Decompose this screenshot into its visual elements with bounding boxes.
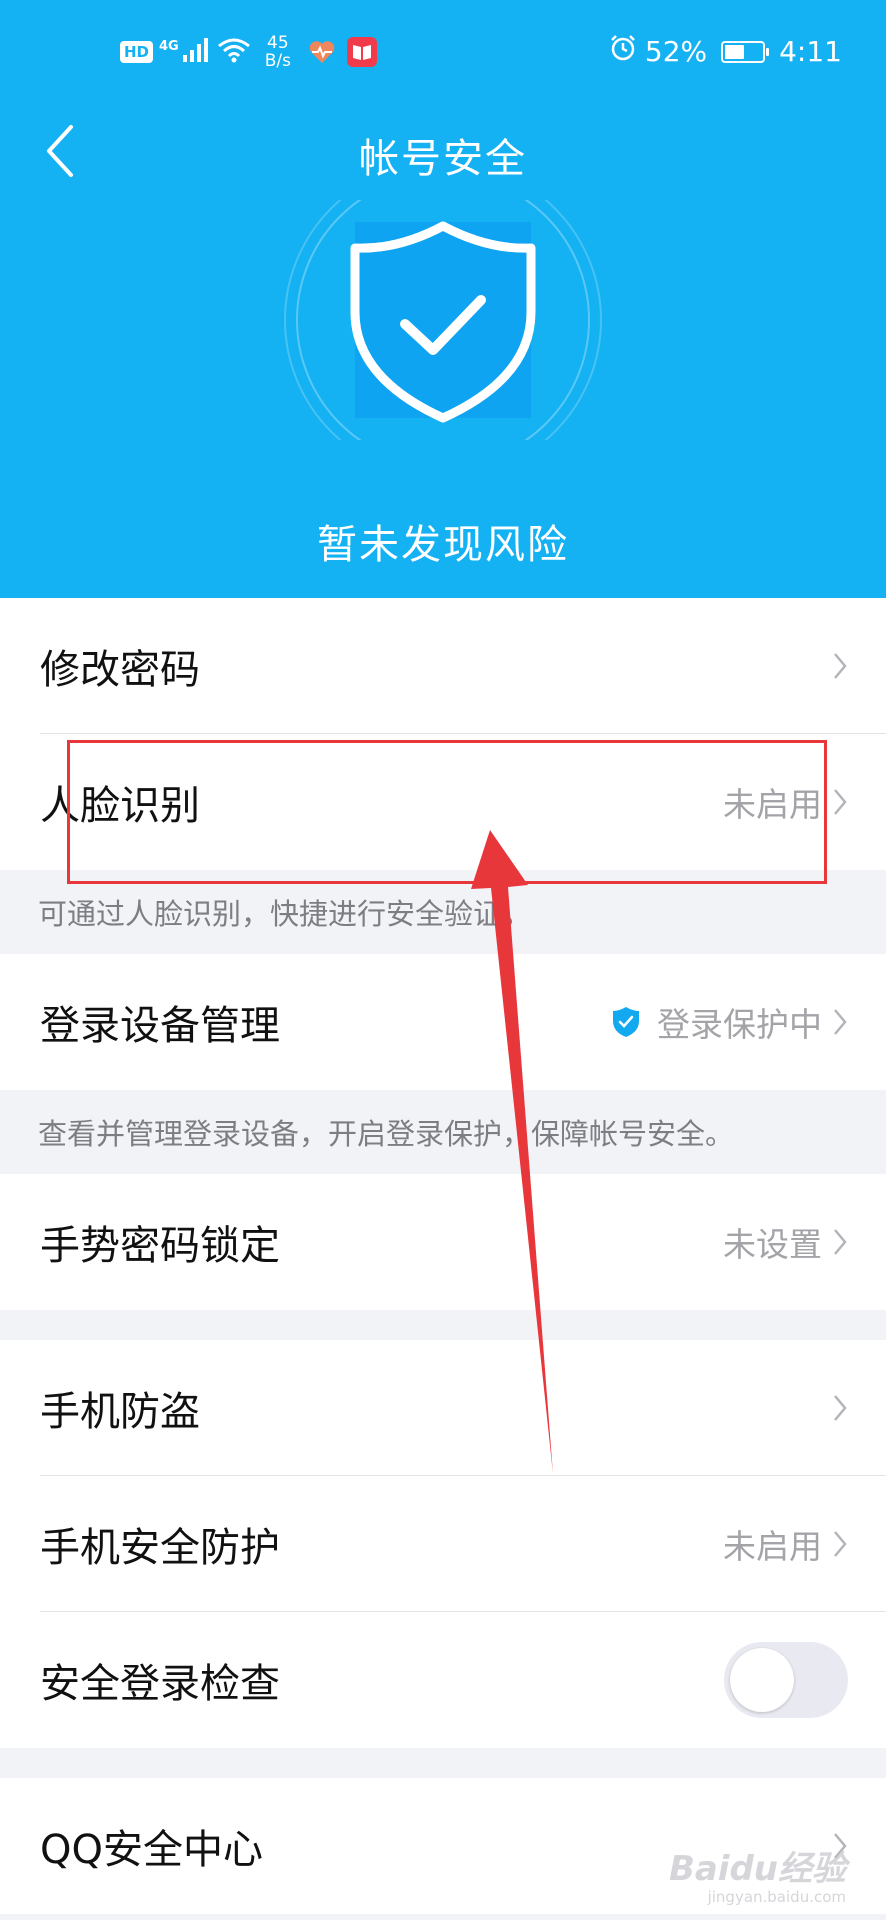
row-label: 手机安全防护 <box>40 1525 280 1571</box>
row-right <box>724 1642 848 1718</box>
row-right: 未启用 <box>723 1520 848 1568</box>
row-right <box>832 651 848 681</box>
settings-list: 修改密码 人脸识别 未启用 可通过人脸识别，快捷进行安全验证。 登录设备管理 登… <box>0 598 886 1914</box>
row-anti-theft[interactable]: 手机防盗 <box>0 1340 886 1476</box>
network-type: 4G <box>159 38 179 54</box>
row-change-password[interactable]: 修改密码 <box>0 598 886 734</box>
battery-icon <box>721 40 770 63</box>
watermark-main: Baidu经验 <box>668 1849 846 1889</box>
account-security-screen: HD 4G 45 B/s 52% 4:11 帐号安全 暂未发现风险 修改密码 人… <box>0 0 886 1920</box>
row-value: 未启用 <box>723 785 822 824</box>
signal-icon <box>181 37 211 67</box>
row-value: 登录保护中 <box>657 1005 822 1044</box>
row-secure-login-check: 安全登录检查 <box>0 1612 886 1748</box>
clock-time: 4:11 <box>779 35 842 68</box>
network-speed: 45 B/s <box>265 34 291 70</box>
toggle-knob <box>730 1648 794 1712</box>
section-gap <box>0 1748 886 1778</box>
battery-fill <box>725 44 744 59</box>
speed-unit: B/s <box>264 51 291 71</box>
nav-bar: 帐号安全 <box>0 110 886 190</box>
chevron-right-icon <box>832 787 848 817</box>
shield-badge-icon <box>611 1005 641 1039</box>
health-app-icon <box>307 37 337 67</box>
wifi-icon <box>217 37 251 67</box>
chevron-right-icon <box>832 1227 848 1257</box>
alarm-icon <box>609 34 637 69</box>
watermark-sub: jingyan.baidu.com <box>707 1888 846 1906</box>
page-title: 帐号安全 <box>359 136 527 182</box>
login-devices-note: 查看并管理登录设备，开启登录保护，保障帐号安全。 <box>0 1090 886 1174</box>
row-phone-protection[interactable]: 手机安全防护 未启用 <box>0 1476 886 1612</box>
status-bar-right: 52% 4:11 <box>609 34 842 69</box>
chevron-right-icon <box>832 1007 848 1037</box>
header-banner: HD 4G 45 B/s 52% 4:11 帐号安全 暂未发现风险 <box>0 0 886 598</box>
row-label: 人脸识别 <box>40 783 200 829</box>
risk-status-text: 暂未发现风险 <box>317 522 569 568</box>
row-value: 未启用 <box>723 1527 822 1566</box>
status-bar-left: HD 4G 45 B/s <box>120 34 377 70</box>
row-label: 安全登录检查 <box>40 1661 280 1707</box>
speed-value: 45 <box>267 33 289 53</box>
status-bar: HD 4G 45 B/s 52% 4:11 <box>0 30 886 80</box>
row-gesture-lock[interactable]: 手势密码锁定 未设置 <box>0 1174 886 1310</box>
secure-login-toggle[interactable] <box>724 1642 848 1718</box>
battery-percent: 52% <box>644 35 708 68</box>
chevron-right-icon <box>832 1393 848 1423</box>
section-gap <box>0 1310 886 1340</box>
row-right: 登录保护中 <box>611 998 848 1046</box>
row-label: 手机防盗 <box>40 1389 200 1435</box>
chevron-right-icon <box>832 1529 848 1559</box>
row-label: 修改密码 <box>40 647 200 693</box>
security-shield-illustration <box>283 161 603 479</box>
row-right: 未设置 <box>723 1218 848 1266</box>
reader-app-icon <box>346 37 377 67</box>
baidu-watermark: Baidu经验 jingyan.baidu.com <box>669 1841 846 1906</box>
hd-badge: HD <box>120 41 154 63</box>
row-right: 未启用 <box>723 778 848 826</box>
row-label: 登录设备管理 <box>40 1003 280 1049</box>
face-recognition-note: 可通过人脸识别，快捷进行安全验证。 <box>0 870 886 954</box>
row-value: 未设置 <box>723 1225 822 1264</box>
chevron-right-icon <box>832 651 848 681</box>
row-face-recognition[interactable]: 人脸识别 未启用 <box>0 734 886 870</box>
row-right <box>832 1393 848 1423</box>
row-label: 手势密码锁定 <box>40 1223 280 1269</box>
row-login-devices[interactable]: 登录设备管理 登录保护中 <box>0 954 886 1090</box>
row-label: QQ安全中心 <box>40 1827 263 1873</box>
